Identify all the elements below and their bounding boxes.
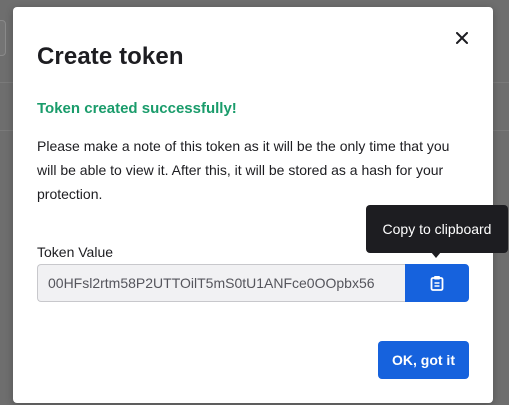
close-button[interactable] [451,27,473,49]
copy-tooltip: Copy to clipboard [366,205,508,253]
close-icon [456,32,468,44]
success-message: Token created successfully! [37,100,237,117]
modal-title: Create token [37,43,184,70]
tooltip-arrow [431,252,441,258]
copy-to-clipboard-button[interactable] [405,264,469,302]
token-description: Please make a note of this token as it w… [37,138,450,202]
token-value-label: Token Value [37,244,114,260]
background-button [0,20,6,56]
create-token-modal: Create token Token created successfully!… [13,7,508,403]
ok-got-it-button[interactable]: OK, got it [378,341,469,379]
token-value-input[interactable] [37,264,406,302]
clipboard-icon [430,276,444,291]
